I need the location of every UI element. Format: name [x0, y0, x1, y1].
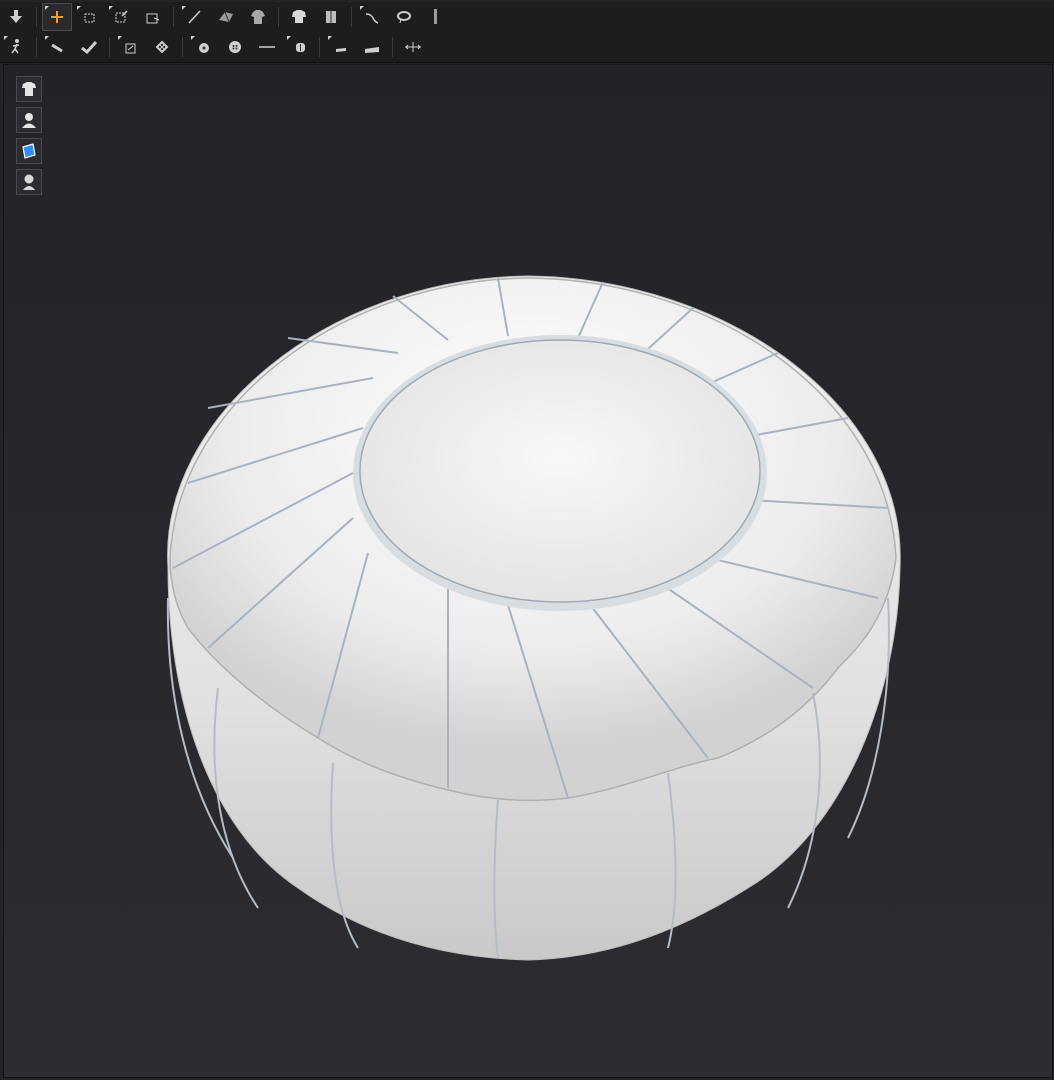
- lasso-icon[interactable]: [390, 4, 418, 30]
- select-move-icon[interactable]: [42, 3, 72, 31]
- zipper-icon[interactable]: [326, 34, 354, 60]
- toolbar-separator: [173, 7, 174, 27]
- fold-icon[interactable]: [212, 4, 240, 30]
- edit-pattern-icon[interactable]: [139, 4, 167, 30]
- measure-icon[interactable]: [399, 34, 427, 60]
- garment-icon[interactable]: [244, 4, 272, 30]
- fold-arrange-icon[interactable]: [116, 34, 144, 60]
- tack-icon[interactable]: [75, 34, 103, 60]
- toolbar-separator: [392, 37, 393, 57]
- toolbar-separator: [278, 7, 279, 27]
- vertical-bar-icon[interactable]: [422, 4, 450, 30]
- toolbar-separator: [36, 7, 37, 27]
- segment-line-icon[interactable]: [180, 4, 208, 30]
- show-avatar-icon[interactable]: [16, 107, 42, 133]
- toolbar-separator: [182, 37, 183, 57]
- show-garment-icon[interactable]: [16, 76, 42, 102]
- toolbar-top: [0, 2, 1054, 32]
- down-arrow-icon[interactable]: [2, 4, 30, 30]
- texture-icon[interactable]: [16, 138, 42, 164]
- toolbar-separator: [109, 37, 110, 57]
- viewport-side-toolbar: [16, 76, 42, 195]
- tshirt-icon[interactable]: [285, 4, 313, 30]
- toolbar-separator: [351, 7, 352, 27]
- toolbar-separator: [319, 37, 320, 57]
- leather-pouf-model[interactable]: [148, 268, 908, 968]
- pin-icon[interactable]: [43, 34, 71, 60]
- curve-icon[interactable]: [358, 4, 386, 30]
- toolbar-separator: [36, 37, 37, 57]
- button-icon[interactable]: [189, 34, 217, 60]
- circle-button-icon[interactable]: [221, 34, 249, 60]
- line-icon[interactable]: [253, 34, 281, 60]
- toolbar-second: [0, 32, 1054, 63]
- fit-icon[interactable]: [317, 4, 345, 30]
- select-box-icon[interactable]: [75, 4, 103, 30]
- transform-icon[interactable]: [107, 4, 135, 30]
- button-hole-icon[interactable]: [285, 34, 313, 60]
- pattern-grid-icon[interactable]: [148, 34, 176, 60]
- avatar-silhouette-icon[interactable]: [16, 169, 42, 195]
- avatar-walk-icon[interactable]: [2, 34, 30, 60]
- flat-icon[interactable]: [358, 34, 386, 60]
